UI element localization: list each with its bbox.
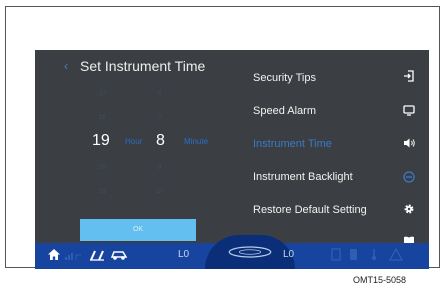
- menu-item-instrument-time[interactable]: Instrument Time: [253, 138, 332, 151]
- minute-option[interactable]: 7: [158, 115, 161, 122]
- signal-icon: [65, 253, 81, 260]
- fuel-icon: [350, 249, 357, 260]
- screen-icon: [403, 105, 415, 116]
- menu-item-security-tips[interactable]: Security Tips: [253, 72, 316, 85]
- temperature-icon: [371, 249, 377, 261]
- minute-selected[interactable]: 8: [156, 132, 165, 150]
- minute-unit-label: Minute: [184, 137, 209, 146]
- hour-unit-label: Hour: [125, 137, 143, 146]
- hour-option[interactable]: 18: [99, 115, 106, 122]
- hour-option[interactable]: 17: [100, 91, 107, 98]
- backlight-icon: [403, 171, 415, 183]
- menu-item-instrument-backlight[interactable]: Instrument Backlight: [253, 171, 353, 184]
- ok-button[interactable]: OK: [80, 219, 196, 241]
- car-icon: [110, 251, 128, 260]
- minute-option[interactable]: 10: [157, 189, 164, 196]
- menu-item-speed-alarm[interactable]: Speed Alarm: [253, 105, 316, 118]
- status-bar: L0 L0: [35, 235, 429, 269]
- hour-selected[interactable]: 19: [92, 132, 110, 150]
- car-logo-icon: [228, 246, 272, 258]
- hour-option[interactable]: 20: [99, 165, 106, 172]
- figure-id: OMT15-5058: [353, 275, 407, 285]
- speaker-icon: [404, 138, 415, 148]
- minute-option[interactable]: 6: [158, 91, 161, 98]
- menu-item-restore-default[interactable]: Restore Default Setting: [253, 204, 367, 217]
- door-icon: [331, 248, 341, 261]
- exit-icon: [404, 70, 414, 82]
- right-gear-indicator: L0: [283, 249, 295, 260]
- wiper-icon: [90, 250, 104, 261]
- gear-icon: [404, 204, 414, 214]
- minute-option[interactable]: 9: [158, 165, 161, 172]
- home-icon[interactable]: [47, 248, 61, 261]
- back-arrow-icon[interactable]: ‹: [64, 60, 72, 72]
- page-title: Set Instrument Time: [80, 58, 206, 74]
- warning-light-icon: [389, 248, 403, 261]
- instrument-screen: ‹ Set Instrument Time 17 6 18 7 19 Hour …: [35, 50, 429, 269]
- left-gear-indicator: L0: [178, 249, 190, 260]
- hour-option[interactable]: 21: [99, 189, 106, 196]
- status-bar-center: [205, 235, 295, 269]
- figure-frame: ‹ Set Instrument Time 17 6 18 7 19 Hour …: [5, 6, 440, 269]
